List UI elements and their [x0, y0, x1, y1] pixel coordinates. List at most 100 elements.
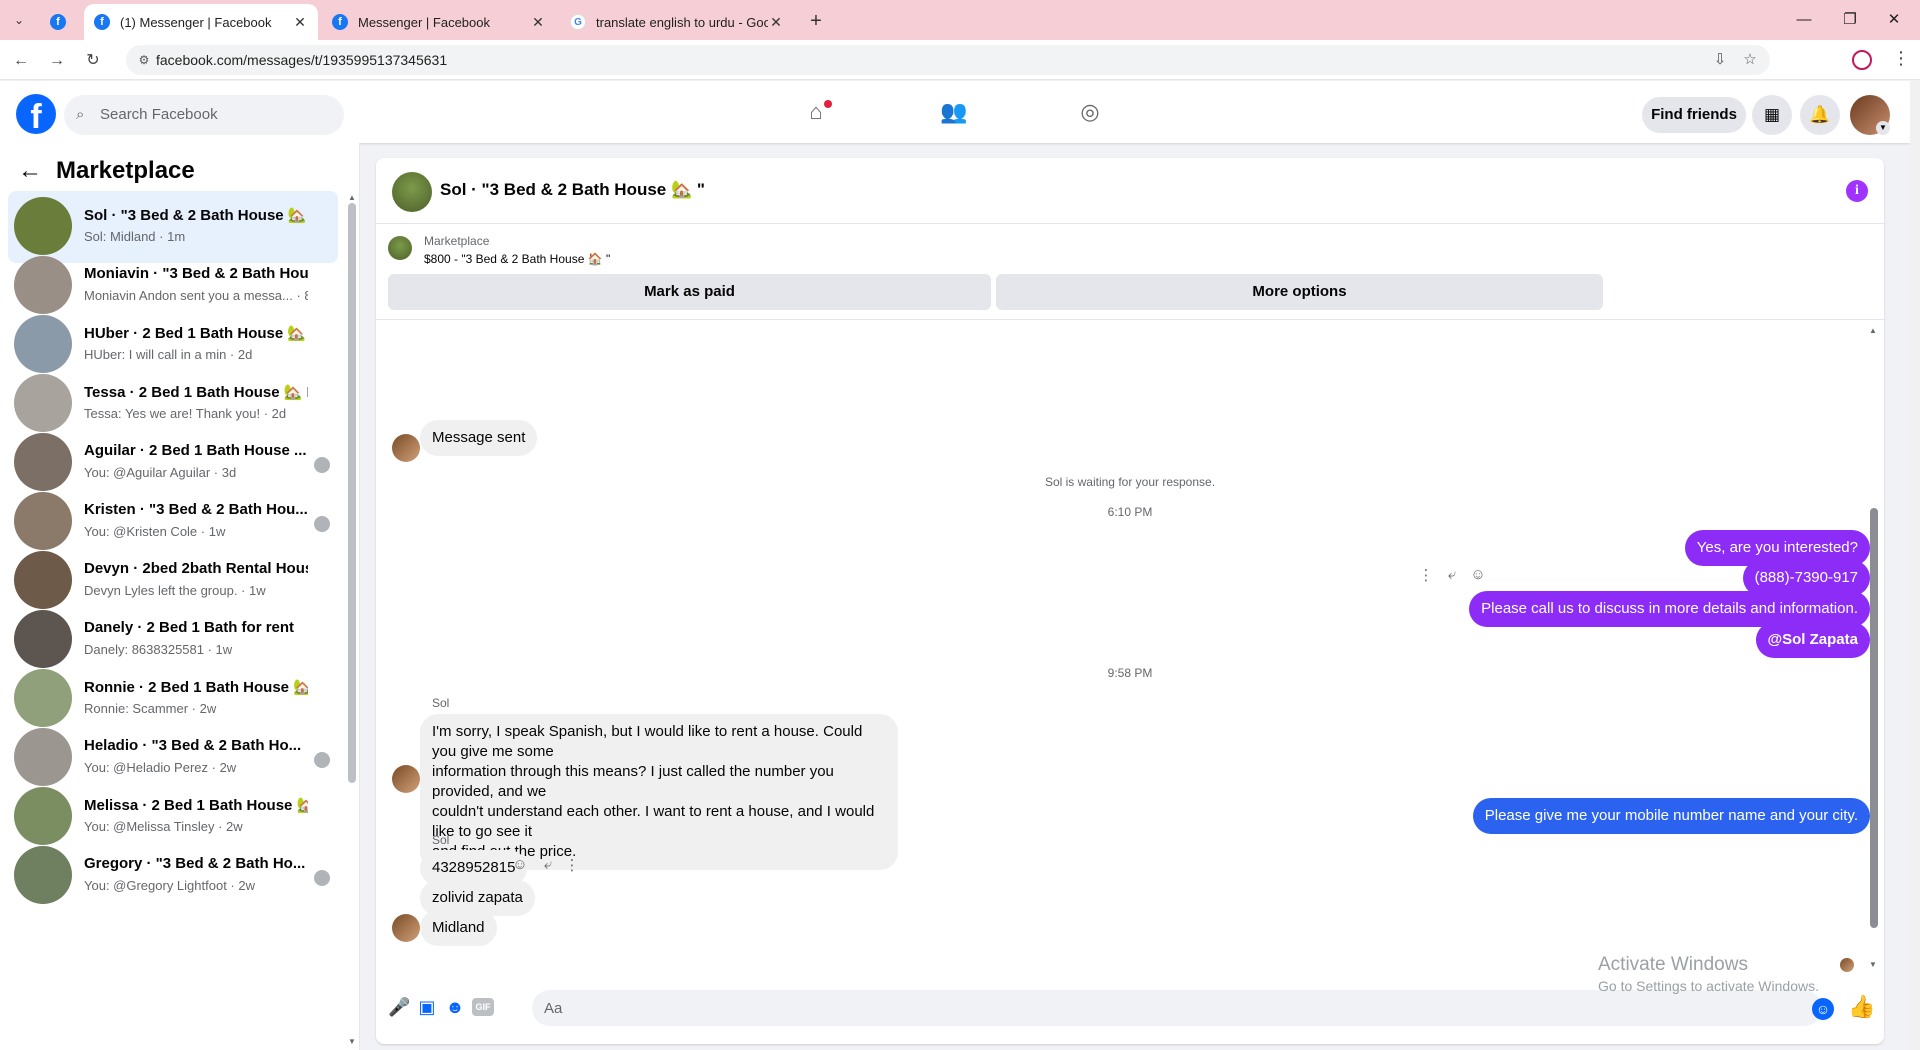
- install-app-icon[interactable]: ⇩: [1710, 50, 1730, 70]
- close-icon[interactable]: ✕: [292, 14, 308, 31]
- browser-tab-pinned[interactable]: f: [40, 4, 80, 40]
- kebab-menu-icon[interactable]: ⋮: [562, 856, 582, 874]
- browser-tab-google[interactable]: G translate english to urdu - Goo ✕: [560, 4, 794, 40]
- menu-grid-icon[interactable]: ▦: [1752, 95, 1792, 135]
- message-bubble[interactable]: I'm sorry, I speak Spanish, but I would …: [420, 714, 898, 870]
- waiting-notice: Sol is waiting for your response.: [1044, 475, 1216, 489]
- tab-title: (1) Messenger | Facebook: [120, 14, 272, 30]
- close-window-button[interactable]: ✕: [1874, 8, 1914, 32]
- facebook-logo-icon[interactable]: f: [16, 94, 56, 136]
- scroll-up-arrow-icon[interactable]: ▲: [348, 193, 356, 202]
- listing-title[interactable]: $800 - "3 Bed & 2 Bath House 🏠 ": [424, 252, 610, 266]
- site-info-icon[interactable]: ⚙: [136, 52, 152, 68]
- conversation-item[interactable]: Gregory · "3 Bed & 2 Bath Ho... You: @Gre…: [8, 840, 338, 912]
- bookmark-star-icon[interactable]: ☆: [1740, 50, 1760, 70]
- more-options-button[interactable]: More options: [996, 274, 1603, 310]
- message-input[interactable]: [532, 990, 1822, 1026]
- chat-header: Sol · "3 Bed & 2 Bath House 🏡 " i: [376, 158, 1884, 224]
- message-bubble[interactable]: Midland: [420, 910, 497, 946]
- url-text[interactable]: facebook.com/messages/t/1935995137345631: [156, 52, 447, 68]
- avatar: [392, 765, 420, 793]
- search-icon: ⌕: [76, 106, 85, 123]
- thumbs-up-icon[interactable]: 👍: [1848, 994, 1875, 1020]
- tab-title: translate english to urdu - Goo: [596, 14, 768, 30]
- emoji-icon[interactable]: ☺: [1812, 998, 1834, 1020]
- conversation-preview: You: @Melissa Tinsley · 2w: [84, 819, 243, 834]
- conversation-name: Ronnie · 2 Bed 1 Bath House 🏡 ...: [84, 679, 308, 696]
- conversation-name: Devyn · 2bed 2bath Rental House: [84, 560, 308, 577]
- kebab-menu-icon[interactable]: ⋮: [1892, 48, 1910, 69]
- avatar: [14, 551, 72, 609]
- conversation-name: Aguilar · 2 Bed 1 Bath House ...: [84, 442, 307, 459]
- chevron-down-icon[interactable]: ▼: [1876, 121, 1890, 135]
- back-arrow-icon[interactable]: ←: [18, 157, 42, 185]
- chat-title[interactable]: Sol · "3 Bed & 2 Bath House 🏡 ": [440, 180, 705, 200]
- tab-search-chevron-icon[interactable]: ⌄: [8, 10, 30, 30]
- message-bubble[interactable]: Please give me your mobile number name a…: [1472, 798, 1870, 834]
- conversation-list-panel: ← Marketplace Sol · "3 Bed & 2 Bath Hous…: [0, 143, 360, 1050]
- info-icon[interactable]: i: [1846, 180, 1868, 202]
- address-bar[interactable]: ⚙ facebook.com/messages/t/19359951373456…: [126, 45, 1770, 75]
- find-friends-button[interactable]: Find friends: [1642, 97, 1746, 133]
- friends-icon[interactable]: 👥: [938, 98, 970, 126]
- facebook-icon: f: [50, 14, 66, 30]
- seen-indicator: [314, 457, 330, 473]
- page-scrollbar[interactable]: [1910, 81, 1920, 1050]
- bell-icon[interactable]: 🔔: [1800, 95, 1840, 135]
- facebook-header: f ⌕ Search Facebook ⌂ 👥 ◎ Find friends ▦…: [0, 81, 1910, 143]
- back-arrow-icon[interactable]: ←: [10, 50, 32, 72]
- conversation-preview: You: @Gregory Lightfoot · 2w: [84, 878, 255, 893]
- message-bubble[interactable]: Message sent: [420, 420, 538, 456]
- reply-icon[interactable]: ⤶: [538, 856, 558, 873]
- minimize-button[interactable]: —: [1784, 8, 1824, 32]
- conversation-preview: You: @Aguilar Aguilar · 3d: [84, 465, 237, 480]
- gif-icon[interactable]: GIF: [472, 998, 494, 1016]
- groups-icon[interactable]: ◎: [1074, 98, 1106, 126]
- scroll-up-arrow-icon[interactable]: ▲: [1869, 326, 1877, 335]
- new-tab-button[interactable]: +: [806, 10, 826, 33]
- listing-thumbnail[interactable]: [388, 236, 412, 260]
- seen-indicator: [314, 516, 330, 532]
- seen-indicator: [314, 870, 330, 886]
- conversation-preview: You: @Kristen Cole · 1w: [84, 524, 226, 539]
- mark-as-paid-button[interactable]: Mark as paid: [388, 274, 991, 310]
- conversation-preview: HUber: I will call in a min · 2d: [84, 347, 253, 362]
- avatar: [14, 728, 72, 786]
- chrome-profile-icon[interactable]: [1852, 50, 1872, 70]
- avatar: [14, 846, 72, 904]
- emoji-react-icon[interactable]: ☺: [510, 856, 530, 873]
- conversation-name: Moniavin · "3 Bed & 2 Bath Hou...: [84, 265, 308, 282]
- conversation-preview: Ronnie: Scammer · 2w: [84, 701, 217, 716]
- restore-button[interactable]: ❐: [1830, 8, 1870, 32]
- mention-bubble[interactable]: @Sol Zapata: [1755, 622, 1870, 658]
- search-facebook-input[interactable]: ⌕ Search Facebook: [64, 95, 344, 135]
- browser-toolbar: ← → ↻ ⚙ facebook.com/messages/t/19359951…: [0, 40, 1920, 80]
- close-icon[interactable]: ✕: [530, 14, 546, 31]
- avatar: [392, 914, 420, 942]
- browser-tab-messenger-active[interactable]: f (1) Messenger | Facebook ✕: [84, 4, 318, 40]
- conversation-name: Kristen · "3 Bed & 2 Bath Hou...: [84, 501, 308, 518]
- marketplace-listing-bar: Marketplace $800 - "3 Bed & 2 Bath House…: [376, 224, 1884, 320]
- search-placeholder: Search Facebook: [100, 106, 218, 123]
- scrollbar[interactable]: [1870, 508, 1878, 928]
- avatar: [14, 256, 72, 314]
- conversation-preview: You: @Heladio Perez · 2w: [84, 760, 237, 775]
- close-icon[interactable]: ✕: [768, 14, 784, 31]
- microphone-icon[interactable]: 🎤: [388, 996, 410, 1018]
- avatar: [14, 197, 72, 255]
- avatar: [392, 434, 420, 462]
- emoji-react-icon[interactable]: ☺: [1468, 566, 1488, 583]
- reload-icon[interactable]: ↻: [82, 50, 104, 72]
- reply-icon[interactable]: ⤶: [1442, 566, 1462, 583]
- sticker-icon[interactable]: ☻: [444, 996, 466, 1018]
- image-icon[interactable]: ▣: [416, 996, 438, 1018]
- scroll-down-arrow-icon[interactable]: ▼: [348, 1037, 356, 1046]
- scrollbar[interactable]: [348, 203, 356, 783]
- avatar: [14, 374, 72, 432]
- kebab-menu-icon[interactable]: ⋮: [1416, 566, 1436, 584]
- conversation-name: Danely · 2 Bed 1 Bath for rent: [84, 619, 295, 636]
- tab-title: Messenger | Facebook: [358, 14, 490, 30]
- forward-arrow-icon[interactable]: →: [46, 50, 68, 72]
- avatar[interactable]: [392, 172, 432, 212]
- browser-tab-messenger[interactable]: f Messenger | Facebook ✕: [322, 4, 556, 40]
